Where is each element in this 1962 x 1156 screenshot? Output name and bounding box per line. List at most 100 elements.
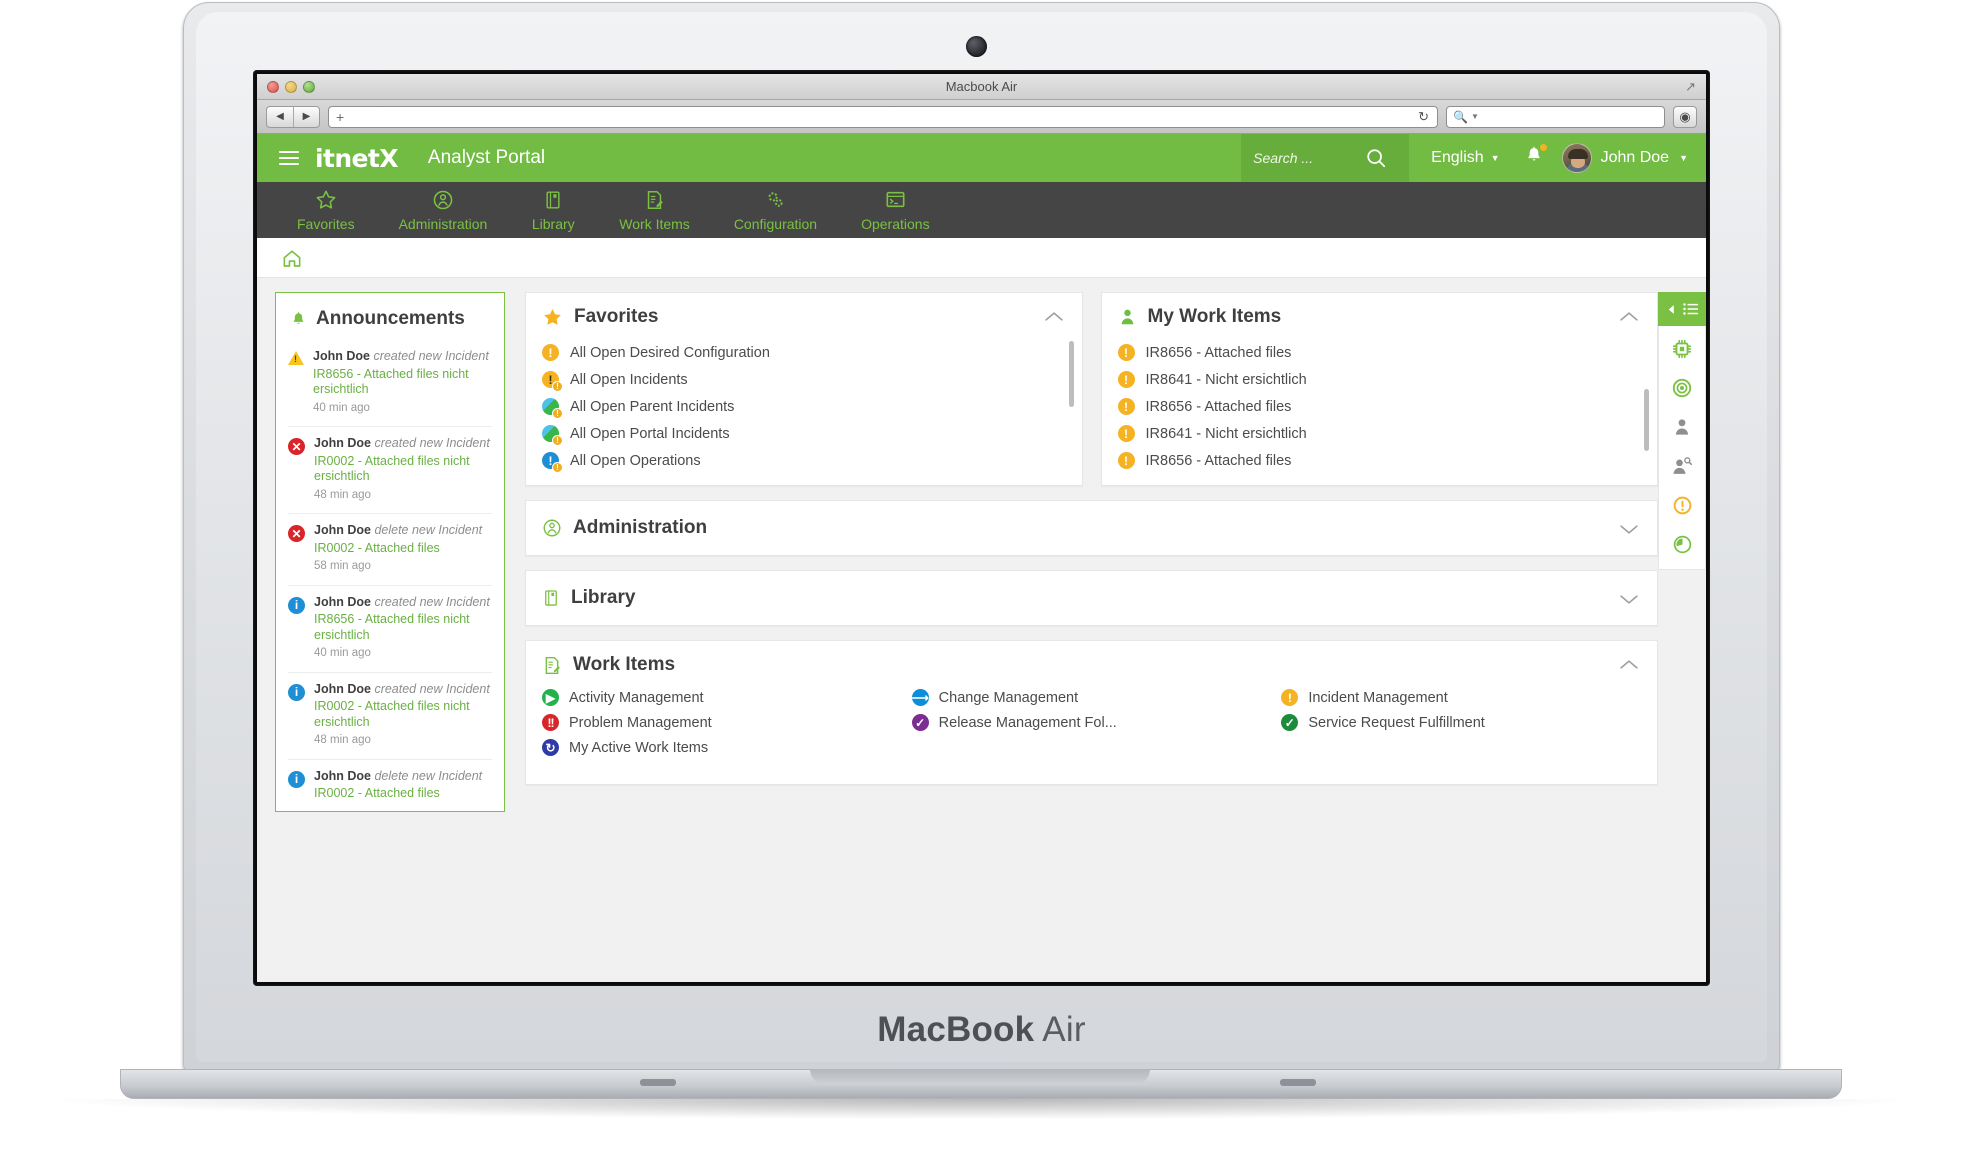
favorites-card: Favorites ! All Open Desired Configurati… xyxy=(525,292,1083,486)
announcement-subject[interactable]: IR8656 - Attached files nicht ersichtlic… xyxy=(314,612,492,643)
library-card[interactable]: Library xyxy=(525,570,1658,626)
itnetx-logo[interactable]: itnetX xyxy=(315,144,399,173)
announcement-item[interactable]: ✕ John Doe created new Incident IR0002 -… xyxy=(288,427,492,514)
info-circle-icon: i xyxy=(288,683,305,749)
avatar[interactable] xyxy=(1561,143,1592,173)
warning-circle-icon[interactable] xyxy=(1669,492,1695,518)
target-circle-icon[interactable] xyxy=(1669,375,1695,401)
nav-item-administration[interactable]: Administration xyxy=(377,189,510,232)
error-circle-icon: ✕ xyxy=(288,525,305,575)
my-work-item[interactable]: ! IR8641 - Nicht ersichtlich xyxy=(1117,420,1642,447)
favorites-item-label: All Open Desired Configuration xyxy=(570,344,770,361)
announcement-time: 40 min ago xyxy=(314,647,371,659)
hamburger-menu-icon[interactable] xyxy=(279,151,299,165)
topbar-right-group: English ▼ John Doe ▼ xyxy=(1241,134,1706,182)
double-bang-icon: !! xyxy=(542,714,559,731)
announcement-user: John Doe xyxy=(314,681,371,696)
favorites-item[interactable]: ! ! All Open Incidents xyxy=(542,366,1066,393)
announcement-item[interactable]: John Doe created new Incident IR8656 - A… xyxy=(288,340,492,427)
person-icon[interactable] xyxy=(1669,414,1695,440)
work-item-link[interactable]: ⟶ Change Management xyxy=(912,689,1272,706)
my-work-item[interactable]: ! IR8641 - Nicht ersichtlich xyxy=(1117,366,1642,393)
my-work-item[interactable]: ! IR8656 - Attached files xyxy=(1117,339,1642,366)
nav-item-configuration[interactable]: Configuration xyxy=(712,189,839,232)
window-controls[interactable] xyxy=(267,81,315,93)
global-search[interactable] xyxy=(1241,134,1410,182)
notifications-button[interactable] xyxy=(1524,144,1547,171)
new-tab-icon[interactable]: + xyxy=(336,109,344,125)
maximize-window-button[interactable] xyxy=(303,81,315,93)
search-icon[interactable] xyxy=(1365,147,1387,169)
announcement-item[interactable]: ✕ John Doe delete new Incident IR0002 - … xyxy=(288,514,492,586)
user-name-label[interactable]: John Doe xyxy=(1601,149,1670,167)
clock-icon[interactable] xyxy=(1669,531,1695,557)
warning-circle-icon: ! xyxy=(1117,371,1135,388)
address-bar[interactable]: + ↻ xyxy=(328,105,1438,128)
cpu-chip-icon[interactable] xyxy=(1669,336,1695,362)
favorites-item[interactable]: ! ! All Open Operations xyxy=(542,447,1066,474)
back-icon[interactable]: ◀ xyxy=(267,107,293,127)
chevron-up-icon[interactable] xyxy=(1619,310,1639,323)
book-icon xyxy=(545,590,557,606)
document-edit-icon xyxy=(545,656,560,674)
person-search-icon[interactable] xyxy=(1669,453,1695,479)
reload-icon[interactable]: ↻ xyxy=(1418,109,1429,125)
work-item-link[interactable]: ✓ Release Management Fol... xyxy=(911,714,1272,731)
my-work-item[interactable]: ! IR8656 - Attached files xyxy=(1117,447,1642,474)
administration-card[interactable]: Administration xyxy=(525,500,1658,556)
work-item-link[interactable]: ↻ My Active Work Items xyxy=(542,739,902,756)
star-filled-icon xyxy=(544,308,561,325)
announcement-subject[interactable]: IR0002 - Attached files xyxy=(314,786,482,802)
nav-label: Administration xyxy=(398,215,488,232)
work-item-link[interactable]: ! Incident Management xyxy=(1281,689,1641,706)
home-icon[interactable] xyxy=(281,248,303,268)
gears-icon xyxy=(764,189,787,211)
work-item-label: Incident Management xyxy=(1308,689,1448,706)
announcement-action: delete new Incident xyxy=(374,523,483,537)
search-input[interactable] xyxy=(1253,150,1358,166)
my-work-item-label: IR8641 - Nicht ersichtlich xyxy=(1145,371,1307,388)
browser-nav-buttons[interactable]: ◀ ▶ xyxy=(266,105,320,128)
announcement-user: John Doe xyxy=(313,349,370,363)
user-circle-icon xyxy=(432,189,454,211)
favorites-item[interactable]: ! All Open Portal Incidents xyxy=(542,420,1066,447)
nav-item-library[interactable]: Library xyxy=(509,189,597,232)
announcement-subject[interactable]: IR0002 - Attached files nicht ersichtlic… xyxy=(314,699,492,730)
announcement-action: created new Incident xyxy=(374,681,490,696)
my-work-items-card: My Work Items ! IR8656 - Attached files xyxy=(1100,292,1658,486)
announcement-item[interactable]: i John Doe delete new Incident IR0002 - … xyxy=(288,760,492,812)
preferences-icon[interactable]: ◉ xyxy=(1673,105,1697,128)
scrollbar-thumb[interactable] xyxy=(1644,389,1649,451)
forward-icon[interactable]: ▶ xyxy=(293,106,319,127)
console-window-icon xyxy=(884,189,907,211)
announcement-item[interactable]: i John Doe created new Incident IR0002 -… xyxy=(288,673,492,760)
announcement-subject[interactable]: IR0002 - Attached files xyxy=(314,541,482,557)
chevron-down-icon[interactable] xyxy=(1619,593,1639,606)
work-item-link[interactable]: ✓ Service Request Fulfillment xyxy=(1281,714,1641,731)
announcement-item[interactable]: i John Doe created new Incident IR8656 -… xyxy=(288,586,492,673)
chevron-down-icon[interactable]: ▼ xyxy=(1679,153,1688,163)
chevron-down-icon[interactable] xyxy=(1619,523,1639,536)
nav-item-work-items[interactable]: Work Items xyxy=(597,189,712,232)
nav-label: Library xyxy=(531,215,575,232)
announcement-subject[interactable]: IR8656 - Attached files nicht ersichtlic… xyxy=(313,367,492,398)
work-item-link[interactable]: !! Problem Management xyxy=(542,714,902,731)
language-selector[interactable]: English ▼ xyxy=(1431,149,1499,167)
nav-item-operations[interactable]: Operations xyxy=(839,189,951,232)
app-topbar: itnetX Analyst Portal English ▼ xyxy=(257,134,1706,182)
favorites-item[interactable]: ! All Open Parent Incidents xyxy=(542,393,1066,420)
favorites-item[interactable]: ! All Open Desired Configuration xyxy=(542,339,1066,366)
work-item-link[interactable]: ▶ Activity Management xyxy=(542,689,902,706)
star-outline-icon xyxy=(315,189,337,211)
announcement-subject[interactable]: IR0002 - Attached files nicht ersichtlic… xyxy=(314,454,492,485)
close-window-button[interactable] xyxy=(267,81,279,93)
scrollbar-thumb[interactable] xyxy=(1068,341,1074,407)
my-work-item[interactable]: ! IR8656 - Attached files xyxy=(1117,393,1642,420)
chevron-up-icon[interactable] xyxy=(1044,310,1064,323)
browser-search-input[interactable]: 🔍 ▼ xyxy=(1446,105,1665,128)
expand-icon[interactable]: ↗ xyxy=(1685,79,1696,95)
minimize-window-button[interactable] xyxy=(285,81,297,93)
chevron-up-icon[interactable] xyxy=(1619,658,1639,671)
rail-collapse-button[interactable] xyxy=(1658,292,1706,326)
nav-item-favorites[interactable]: Favorites xyxy=(275,189,377,232)
